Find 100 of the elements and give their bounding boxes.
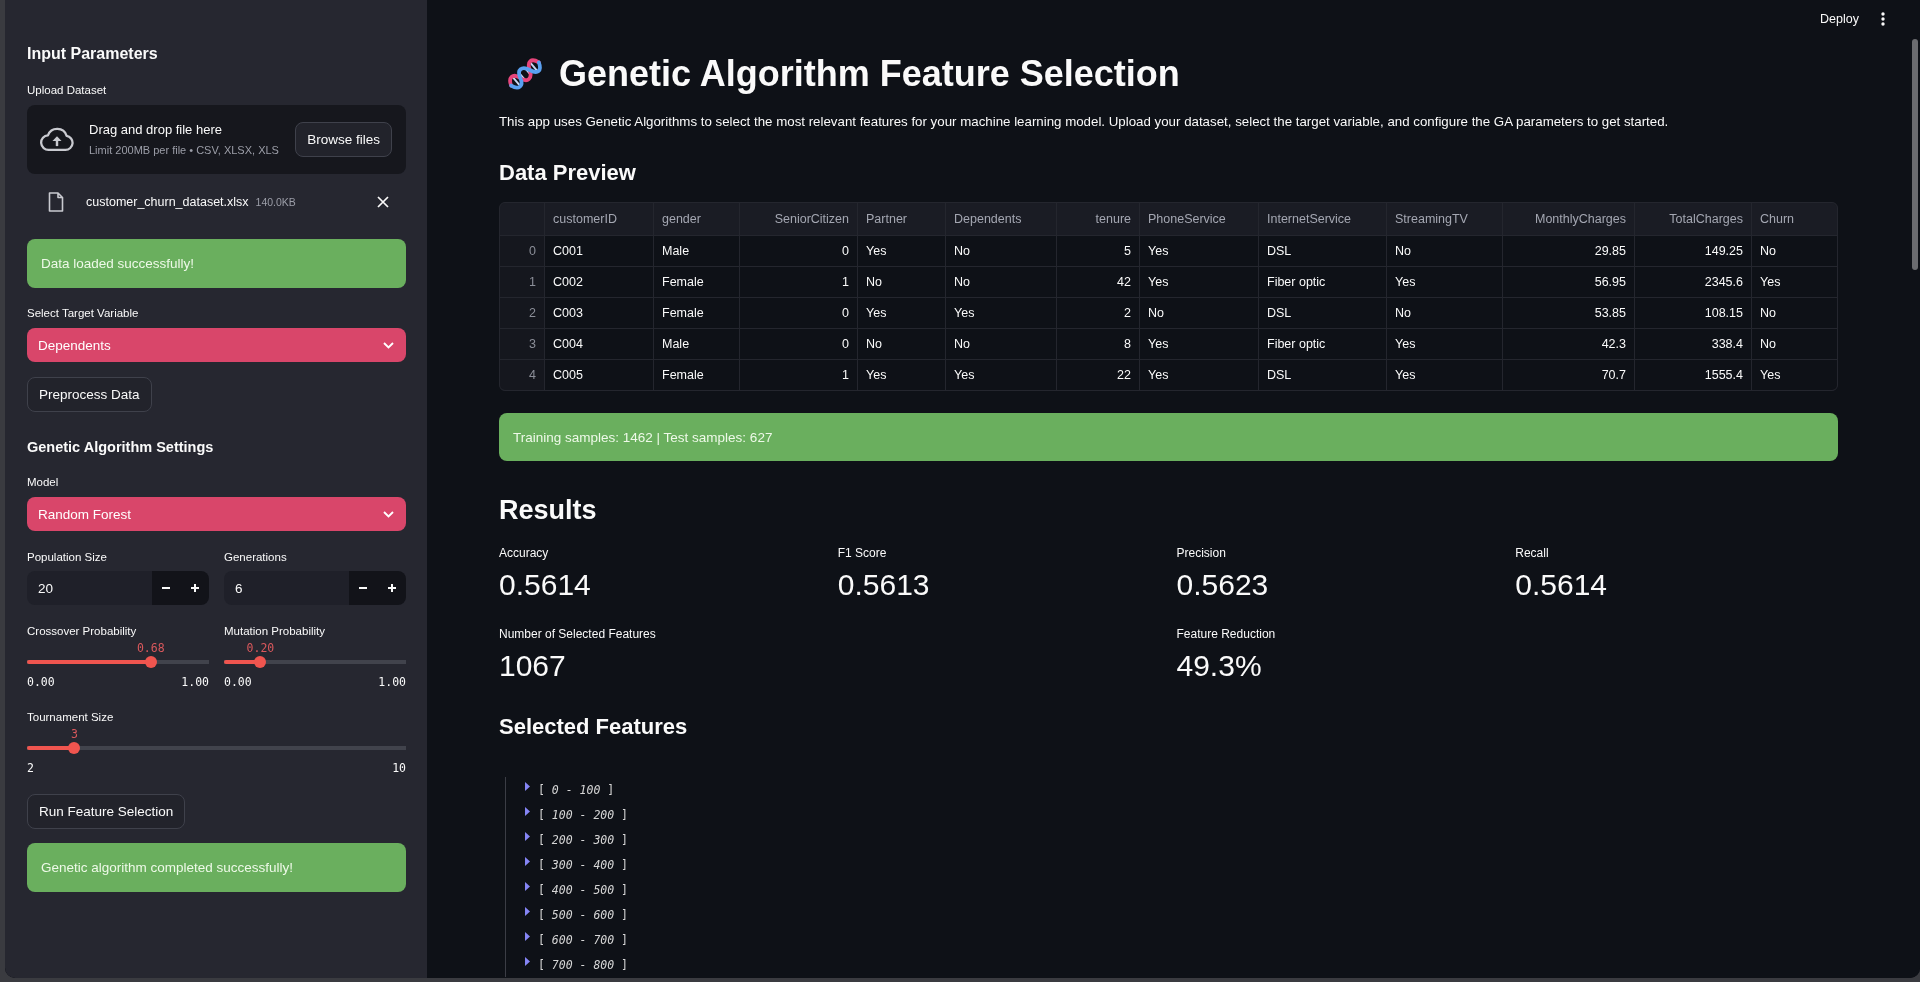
column-header[interactable]: SeniorCitizen (740, 203, 857, 235)
tree-node[interactable]: [ 100 - 200 ] (525, 802, 629, 827)
tree-node[interactable]: [ 600 - 700 ] (525, 927, 629, 952)
field-label: Mutation Probability (224, 624, 326, 639)
table-cell: DSL (1259, 360, 1386, 390)
field-label: Crossover Probability (27, 624, 138, 639)
table-cell: No (1387, 236, 1502, 266)
sidebar-heading: Input Parameters (27, 44, 158, 64)
table-cell: 53.85 (1503, 298, 1634, 328)
table-cell: C005 (545, 360, 653, 390)
table-cell: Yes (1140, 236, 1258, 266)
field-label: Select Target Variable (27, 306, 140, 321)
table-cell: Fiber optic (1259, 329, 1386, 359)
table-cell: Yes (858, 298, 945, 328)
tree-node[interactable]: [ 300 - 400 ] (525, 852, 629, 877)
minus-icon (162, 587, 171, 589)
column-header[interactable]: StreamingTV (1387, 203, 1502, 235)
table-cell: 56.95 (1503, 267, 1634, 297)
column-header[interactable]: PhoneService (1140, 203, 1258, 235)
table-cell: Male (654, 236, 739, 266)
metric-label: Number of Selected Features (499, 626, 657, 643)
scrollbar-thumb[interactable] (1912, 39, 1918, 270)
table-cell: Yes (1387, 329, 1502, 359)
number-field[interactable]: 6 (224, 571, 349, 605)
table-cell: Yes (858, 236, 945, 266)
number-field[interactable]: 20 (27, 571, 152, 605)
table-cell: Yes (1140, 329, 1258, 359)
slider-max-label: 1.00 (378, 674, 406, 690)
column-header[interactable]: tenure (1057, 203, 1139, 235)
preprocess-button[interactable]: Preprocess Data (27, 377, 152, 412)
table-cell: 0 (740, 236, 857, 266)
column-header[interactable]: customerID (545, 203, 653, 235)
tree-node[interactable]: [ 700 - 800 ] (525, 952, 629, 977)
metric-value: 0.5614 (1515, 567, 1608, 603)
select-dropdown[interactable]: Dependents (27, 328, 406, 362)
table-cell: Yes (946, 360, 1056, 390)
table-cell: Male (654, 329, 739, 359)
run-button[interactable]: Run Feature Selection (27, 794, 186, 829)
section-heading: Selected Features (499, 713, 688, 741)
slider-thumb[interactable] (144, 656, 157, 668)
table-cell: Female (654, 267, 739, 297)
section-heading: Data Preview (499, 159, 636, 187)
field-label: Upload Dataset (27, 83, 107, 98)
deploy-button[interactable]: Deploy (1812, 6, 1867, 32)
file-name: customer_churn_dataset.xlsx (86, 195, 249, 209)
chevron-down-icon (383, 341, 394, 349)
tree-node[interactable]: [ 0 - 100 ] (525, 777, 615, 802)
slider-value: 0.68 (136, 640, 165, 656)
metric-value: 1067 (499, 648, 567, 684)
tree-node[interactable]: [ 500 - 600 ] (525, 902, 629, 927)
table-cell: No (946, 236, 1056, 266)
column-header[interactable]: Churn (1752, 203, 1837, 235)
table-cell: Yes (1752, 360, 1837, 390)
slider-value: 0.20 (246, 640, 275, 656)
close-icon[interactable] (377, 196, 389, 208)
slider-thumb[interactable] (254, 656, 267, 668)
table-cell: No (1387, 298, 1502, 328)
column-header[interactable]: Partner (858, 203, 945, 235)
table-cell: No (858, 267, 945, 297)
column-header[interactable]: MonthlyCharges (1503, 203, 1634, 235)
sidebar-heading: Genetic Algorithm Settings (27, 438, 214, 457)
table-cell: 22 (1057, 360, 1139, 390)
table-cell: No (1140, 298, 1258, 328)
table-cell: 2345.6 (1635, 267, 1751, 297)
table-cell: 149.25 (1635, 236, 1751, 266)
table-cell: 1555.4 (1635, 360, 1751, 390)
file-dropzone[interactable]: Drag and drop file here Limit 200MB per file • CSV, XLSX, XLS Browse files (27, 105, 406, 174)
column-header[interactable]: InternetService (1259, 203, 1386, 235)
metric-value: 0.5613 (837, 567, 931, 603)
column-header[interactable]: TotalCharges (1635, 203, 1751, 235)
select-dropdown[interactable]: Random Forest (27, 497, 406, 531)
increment-button[interactable] (377, 571, 406, 605)
table-cell: No (858, 329, 945, 359)
increment-button[interactable] (180, 571, 209, 605)
column-header[interactable]: Dependents (946, 203, 1056, 235)
slider-thumb[interactable] (68, 742, 81, 754)
table-cell: No (946, 267, 1056, 297)
chevron-down-icon (383, 510, 394, 518)
field-label: Generations (224, 550, 288, 565)
table-cell: No (1752, 298, 1837, 328)
table-cell: C001 (545, 236, 653, 266)
metric-value: 49.3% (1176, 648, 1263, 684)
kebab-menu-icon[interactable] (1881, 12, 1885, 26)
slider-max-label: 10 (392, 760, 406, 776)
table-cell: No (1752, 329, 1837, 359)
column-header[interactable]: gender (654, 203, 739, 235)
tree-node[interactable]: [ 400 - 500 ] (525, 877, 629, 902)
tree-node[interactable]: [ 200 - 300 ] (525, 827, 629, 852)
table-cell: Yes (1387, 360, 1502, 390)
table-cell: 42.3 (1503, 329, 1634, 359)
table-cell: 1 (740, 360, 857, 390)
success-alert: Data loaded successfully! (27, 239, 406, 288)
slider-value: 3 (70, 726, 78, 742)
row-index: 0 (500, 236, 544, 266)
table-cell: Yes (1140, 360, 1258, 390)
table-cell: 0 (740, 329, 857, 359)
browse-files-button[interactable]: Browse files (295, 122, 392, 157)
page-title: Genetic Algorithm Feature Selection (559, 52, 1180, 96)
metric-label: Recall (1515, 545, 1550, 562)
table-cell: Yes (1387, 267, 1502, 297)
